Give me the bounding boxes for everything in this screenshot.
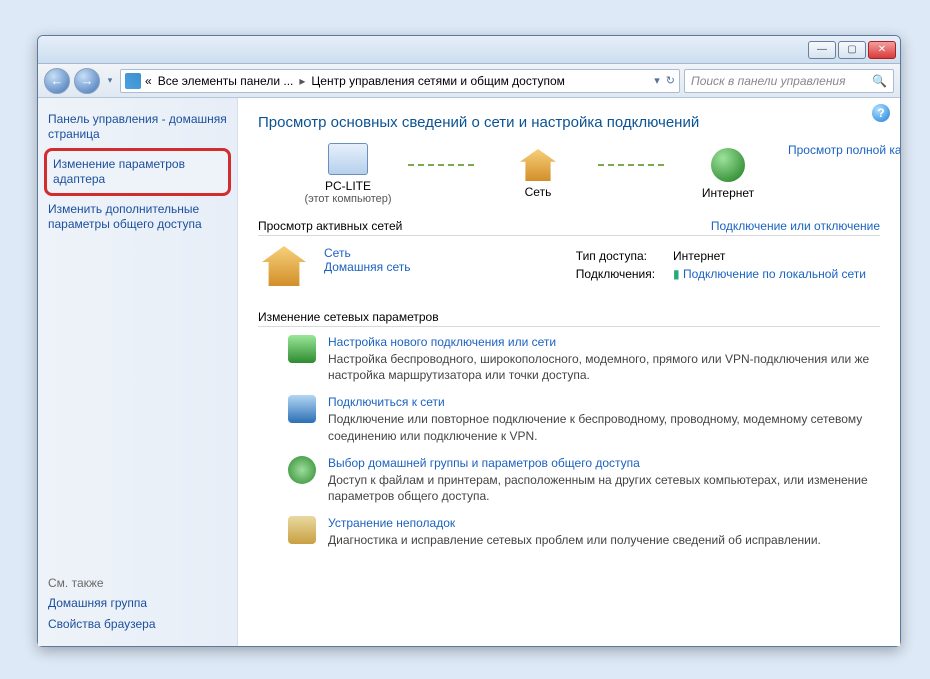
minimize-button[interactable]: — [808, 41, 836, 59]
control-panel-icon [125, 73, 141, 89]
main-panel: ? Просмотр основных сведений о сети и на… [238, 98, 900, 646]
connection-link[interactable]: Подключение по локальной сети [683, 267, 866, 281]
network-name[interactable]: Сеть [324, 246, 410, 260]
homegroup-icon [288, 456, 316, 484]
task-troubleshoot[interactable]: Устранение неполадок Диагностика и испра… [258, 508, 880, 552]
maximize-button[interactable]: ▢ [838, 41, 866, 59]
task-homegroup[interactable]: Выбор домашней группы и параметров общег… [258, 448, 880, 508]
sidebar-sharing-settings[interactable]: Изменить дополнительные параметры общего… [48, 202, 227, 232]
sidebar-homegroup[interactable]: Домашняя группа [48, 596, 227, 611]
sidebar: Панель управления - домашняя страница Из… [38, 98, 238, 646]
house-icon [262, 246, 306, 286]
back-button[interactable]: ← [44, 68, 70, 94]
network-map: PC-LITE (этот компьютер) Сеть Интернет П… [258, 143, 880, 205]
help-button[interactable]: ? [872, 104, 890, 122]
section-active-networks: Просмотр активных сетей Подключение или … [258, 219, 880, 236]
breadcrumb-item[interactable]: Центр управления сетями и общим доступом [309, 74, 567, 88]
sidebar-home-link[interactable]: Панель управления - домашняя страница [48, 112, 227, 142]
sidebar-browser[interactable]: Свойства браузера [48, 617, 227, 632]
troubleshoot-icon [288, 516, 316, 544]
search-box[interactable]: Поиск в панели управления 🔍 [684, 69, 894, 93]
history-dropdown[interactable]: ▾ [104, 69, 116, 93]
content-area: Панель управления - домашняя страница Из… [38, 98, 900, 646]
titlebar: — ▢ ✕ [38, 36, 900, 64]
sidebar-see-also: См. также Домашняя группа Свойства брауз… [48, 576, 227, 632]
map-node-internet[interactable]: Интернет [668, 148, 788, 200]
search-icon: 🔍 [872, 74, 887, 88]
refresh-button[interactable]: ↻ [666, 74, 675, 87]
network-properties: Тип доступа:Интернет Подключения:▮ Подкл… [566, 246, 876, 284]
task-connect[interactable]: Подключиться к сети Подключение или повт… [258, 387, 880, 447]
active-network-row: Сеть Домашняя сеть Тип доступа:Интернет … [258, 236, 880, 296]
control-panel-window: — ▢ ✕ ← → ▾ « Все элементы панели ... ▸ … [37, 35, 901, 647]
map-connection [408, 164, 478, 166]
forward-button[interactable]: → [74, 68, 100, 94]
page-title: Просмотр основных сведений о сети и наст… [258, 114, 880, 131]
breadcrumb-sep: ▸ [297, 74, 307, 88]
map-node-network[interactable]: Сеть [478, 149, 598, 199]
toolbar: ← → ▾ « Все элементы панели ... ▸ Центр … [38, 64, 900, 98]
task-new-connection[interactable]: Настройка нового подключения или сети На… [258, 327, 880, 387]
computer-icon [328, 143, 368, 175]
connect-icon [288, 395, 316, 423]
full-map-link[interactable]: Просмотр полной карты [788, 143, 900, 157]
breadcrumb-item[interactable]: Все элементы панели ... [156, 74, 296, 88]
address-dropdown[interactable]: ▾ [654, 74, 660, 87]
sidebar-adapter-settings[interactable]: Изменение параметров адаптера [44, 148, 231, 196]
section-change-settings: Изменение сетевых параметров [258, 310, 880, 327]
address-bar[interactable]: « Все элементы панели ... ▸ Центр управл… [120, 69, 680, 93]
globe-icon [711, 148, 745, 182]
search-placeholder: Поиск в панели управления [691, 74, 846, 88]
map-node-pc[interactable]: PC-LITE (этот компьютер) [288, 143, 408, 205]
network-category-link[interactable]: Домашняя сеть [324, 260, 410, 274]
map-connection [598, 164, 668, 166]
nic-icon: ▮ [673, 267, 680, 281]
house-icon [520, 149, 556, 181]
wizard-icon [288, 335, 316, 363]
connect-disconnect-link[interactable]: Подключение или отключение [711, 219, 880, 233]
close-button[interactable]: ✕ [868, 41, 896, 59]
breadcrumb-prefix: « [143, 74, 154, 88]
see-also-label: См. также [48, 576, 227, 590]
